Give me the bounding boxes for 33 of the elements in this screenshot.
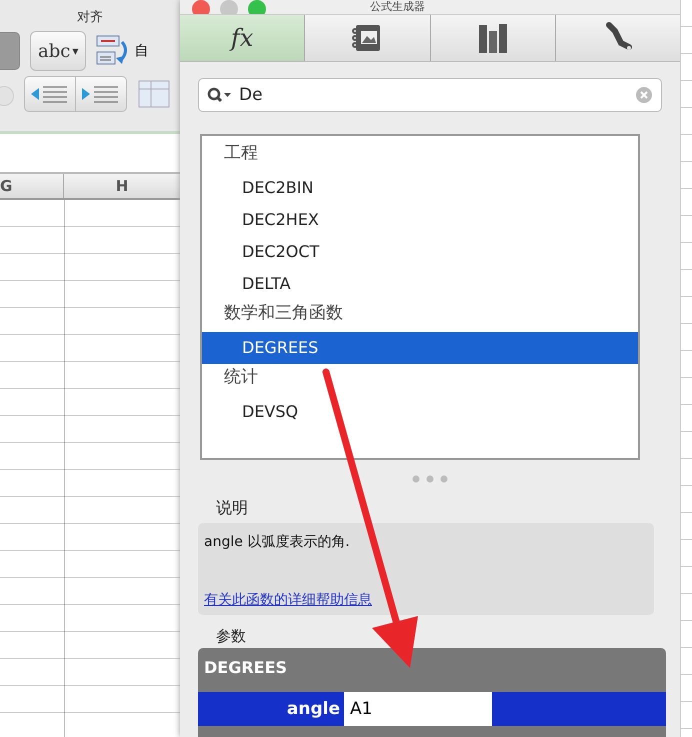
argument-input[interactable]: A1 bbox=[344, 692, 492, 726]
clear-icon[interactable] bbox=[635, 86, 653, 104]
text-orientation-button[interactable]: abc▾ bbox=[30, 31, 86, 71]
resize-handle-icon[interactable] bbox=[410, 474, 450, 484]
function-item[interactable]: DEC2OCT bbox=[202, 236, 638, 268]
category-label: 统计 bbox=[223, 366, 259, 389]
search-icon[interactable] bbox=[207, 87, 233, 103]
function-name: DEGREES bbox=[203, 657, 288, 679]
column-header[interactable]: G bbox=[0, 174, 64, 198]
function-item[interactable]: DEVSQ bbox=[202, 396, 638, 428]
media-browser-tab[interactable] bbox=[305, 15, 430, 61]
tools-tab[interactable] bbox=[556, 15, 680, 61]
description-heading: 说明 bbox=[216, 498, 249, 519]
function-item[interactable]: DEGREES bbox=[202, 332, 638, 364]
description-text: angle 以弧度表示的角. bbox=[204, 533, 351, 551]
search-input[interactable]: De bbox=[237, 84, 631, 106]
arguments-heading: 参数 bbox=[216, 627, 247, 646]
function-item[interactable]: DEC2HEX bbox=[202, 204, 638, 236]
window-title: 公式生成器 bbox=[370, 0, 425, 13]
search-field[interactable]: De bbox=[198, 78, 662, 112]
ribbon-group-label: 对齐 bbox=[76, 9, 104, 27]
zoom-button[interactable] bbox=[248, 0, 266, 14]
function-item[interactable]: DEC2BIN bbox=[202, 172, 638, 204]
category-label: 工程 bbox=[223, 142, 259, 165]
column-header[interactable]: H bbox=[64, 174, 180, 198]
library-tab[interactable] bbox=[430, 15, 556, 61]
help-link[interactable]: 有关此函数的详细帮助信息 bbox=[204, 591, 372, 609]
close-button[interactable] bbox=[192, 0, 210, 14]
argument-name: angle bbox=[286, 698, 341, 721]
function-item[interactable]: DELTA bbox=[202, 268, 638, 300]
category-label: 数学和三角函数 bbox=[223, 302, 344, 325]
wrap-text-label: 自 bbox=[134, 42, 148, 60]
formula-tab[interactable]: fx bbox=[180, 15, 306, 61]
